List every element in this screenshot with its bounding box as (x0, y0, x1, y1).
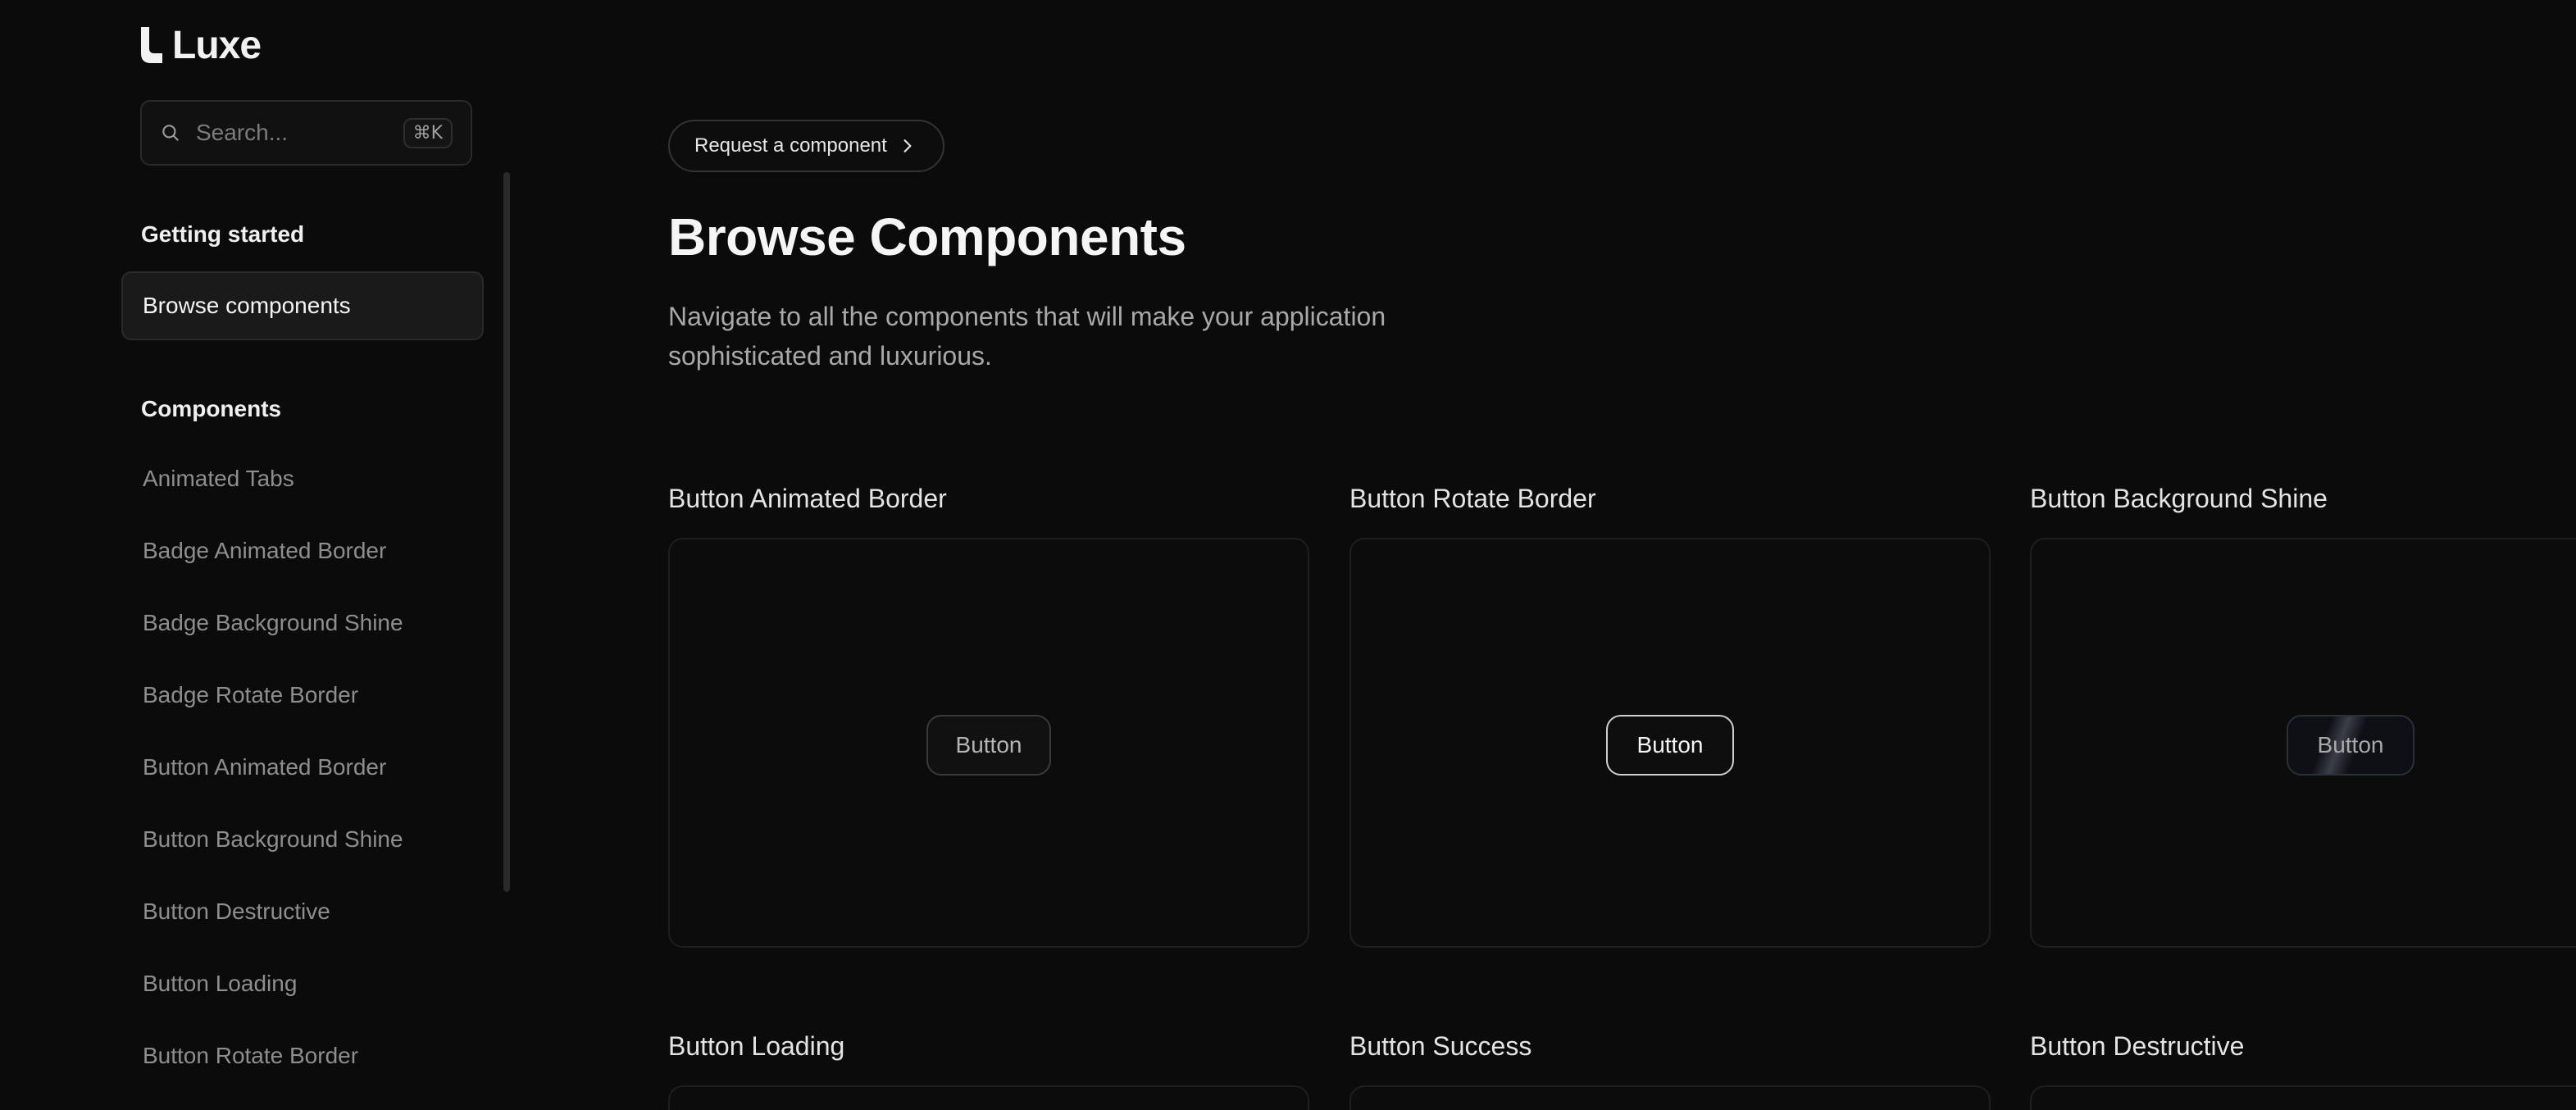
component-card-button-background-shine[interactable]: Button (2030, 538, 2576, 948)
request-component-label: Request a component (694, 134, 887, 157)
chevron-right-icon (903, 139, 912, 152)
search-icon (162, 125, 179, 141)
request-component-button[interactable]: Request a component (668, 120, 944, 172)
card-title: Button Animated Border (668, 484, 947, 513)
search-shortcut-badge: ⌘K (403, 117, 453, 148)
sidebar-item-button-loading[interactable]: Button Loading (143, 964, 403, 1036)
sidebar-item-badge-background-shine[interactable]: Badge Background Shine (143, 603, 403, 676)
logo-text: Luxe (172, 23, 262, 67)
page-title: Browse Components (668, 207, 1186, 266)
luxe-logo-icon (139, 27, 164, 63)
demo-button-rotate-border[interactable]: Button (1606, 715, 1734, 776)
sidebar-item-badge-rotate-border[interactable]: Badge Rotate Border (143, 676, 403, 748)
demo-button-background-shine[interactable]: Button (2287, 715, 2414, 776)
sidebar-item-button-animated-border[interactable]: Button Animated Border (143, 748, 403, 820)
sidebar-item-button-background-shine[interactable]: Button Background Shine (143, 820, 403, 892)
search-box[interactable]: ⌘K (140, 100, 472, 166)
component-card-button-animated-border[interactable]: Button (668, 538, 1309, 948)
card-title: Button Rotate Border (1349, 484, 1596, 513)
logo[interactable]: Luxe (139, 23, 262, 67)
sidebar-scrollbar[interactable] (503, 172, 510, 892)
page-description: Navigate to all the components that will… (668, 302, 1386, 371)
card-title: Button Destructive (2030, 1031, 2245, 1061)
component-card-button-rotate-border[interactable]: Button (1349, 538, 1991, 948)
nav-heading-components: Components (141, 396, 282, 421)
nav-heading-getting-started: Getting started (141, 221, 305, 247)
sidebar-item-animated-tabs[interactable]: Animated Tabs (143, 459, 403, 531)
sidebar-item-badge-animated-border[interactable]: Badge Animated Border (143, 531, 403, 603)
search-input[interactable] (194, 119, 403, 147)
sidebar-item-browse-components[interactable]: Browse components (121, 271, 484, 340)
sidebar-item-button-destructive[interactable]: Button Destructive (143, 892, 403, 964)
demo-button-animated-border[interactable]: Button (926, 715, 1051, 776)
sidebar: Luxe ⌘K Getting started Browse component… (0, 0, 510, 1108)
card-title: Button Background Shine (2030, 484, 2328, 513)
sidebar-components-list: Animated Tabs Badge Animated Border Badg… (143, 459, 403, 1108)
card-title: Button Loading (668, 1031, 845, 1061)
sidebar-item-button-rotate-border[interactable]: Button Rotate Border (143, 1036, 403, 1108)
card-title: Button Success (1349, 1031, 1532, 1061)
